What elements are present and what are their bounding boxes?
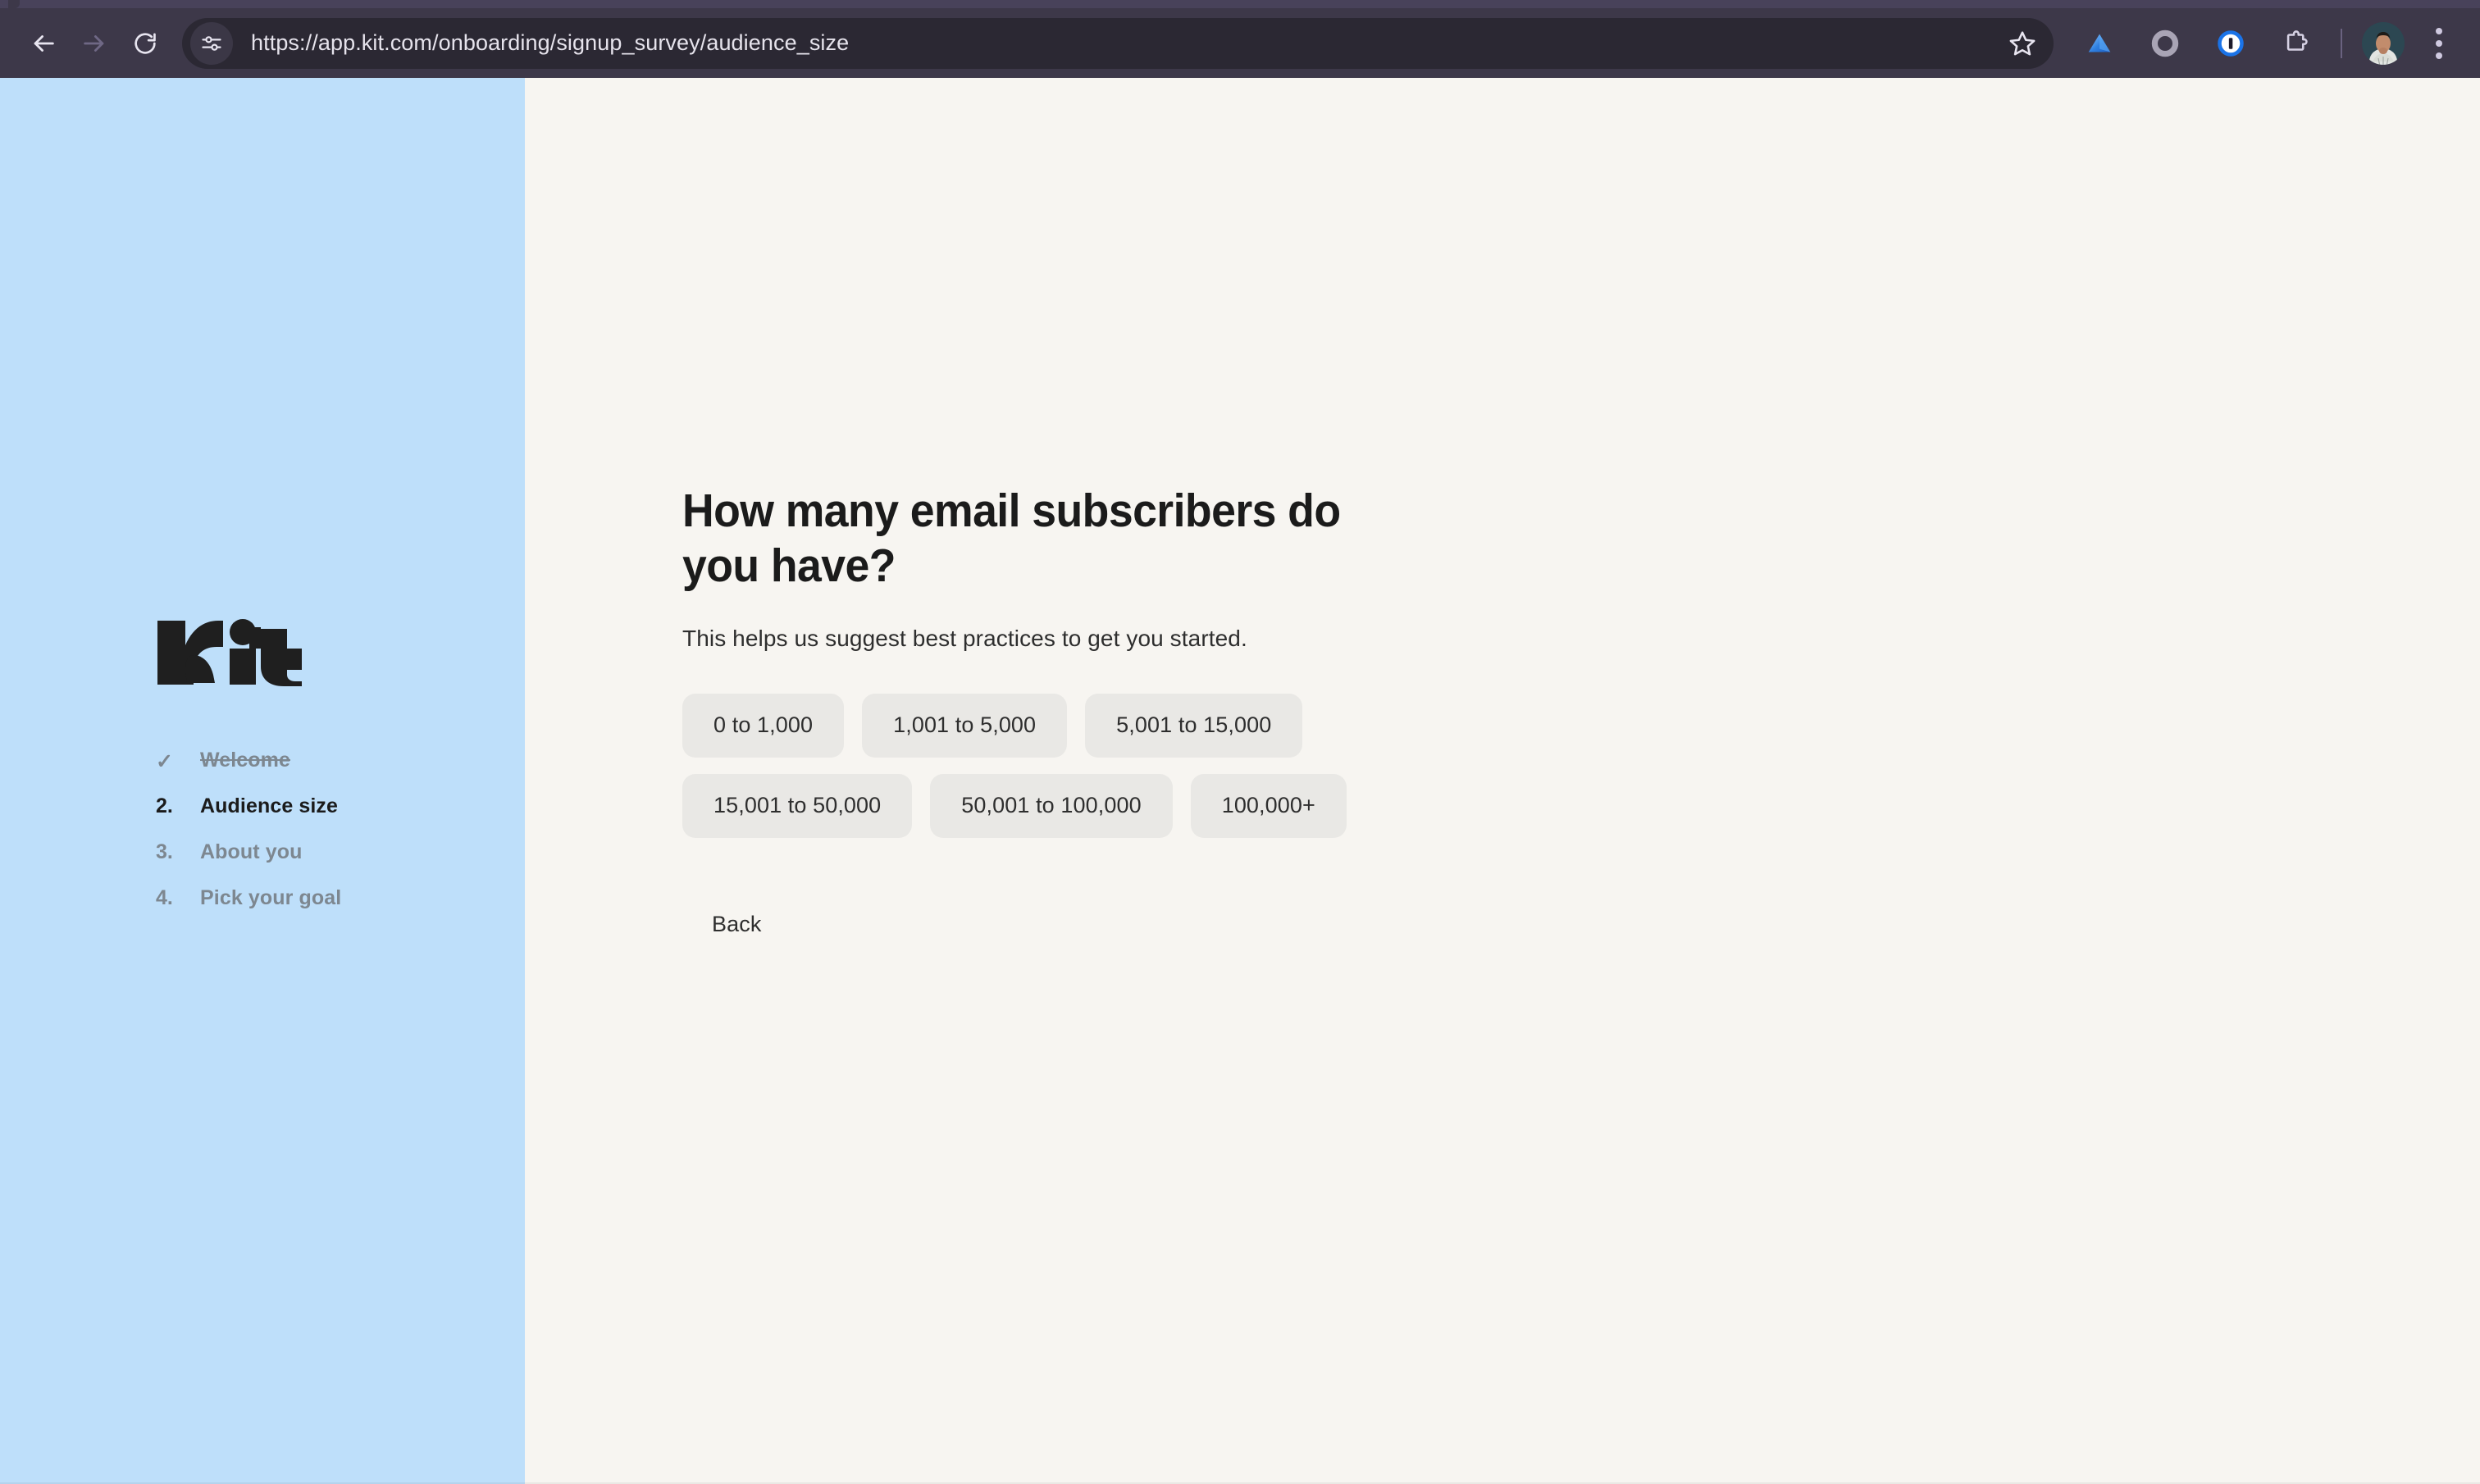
- sidebar-step-welcome[interactable]: ✓ Welcome: [156, 750, 500, 796]
- survey-card: How many email subscribers do you have? …: [682, 484, 1584, 937]
- sidebar-step-pick-your-goal[interactable]: 4. Pick your goal: [156, 888, 500, 934]
- step-number: 2.: [156, 794, 173, 817]
- step-number: 3.: [156, 840, 173, 863]
- menu-dot-3: [2436, 52, 2442, 59]
- arrow-right-icon: [84, 34, 104, 52]
- vercel-icon: [2088, 34, 2111, 52]
- kit-logo: [157, 619, 302, 686]
- address-bar[interactable]: https://app.kit.com/onboarding/signup_su…: [182, 17, 2054, 69]
- step-label: Audience size: [200, 794, 339, 817]
- step-check-icon: ✓: [156, 750, 173, 773]
- avatar[interactable]: [2362, 21, 2405, 65]
- page-viewport: ✓ Welcome 2. Audience size 3. About you …: [0, 78, 2480, 1484]
- step-label: Welcome: [200, 749, 291, 772]
- extensions-button[interactable]: [2271, 18, 2322, 69]
- star-icon: [2009, 30, 2036, 55]
- menu-dot-1: [2436, 27, 2442, 34]
- bookmark-button[interactable]: [2003, 24, 2042, 63]
- reload-icon: [134, 32, 156, 54]
- onepassword-icon: [2218, 30, 2244, 57]
- page-subtitle: This helps us suggest best practices to …: [682, 625, 1247, 651]
- audience-size-options: 0 to 1,000 1,001 to 5,000 5,001 to 15,00…: [682, 693, 1429, 838]
- onepassword-extension-button[interactable]: [2205, 18, 2256, 69]
- menu-dot-2: [2436, 39, 2442, 47]
- ring-icon: [2151, 30, 2179, 57]
- site-settings-button[interactable]: [190, 21, 233, 65]
- forward-button[interactable]: [69, 18, 120, 69]
- page-title: How many email subscribers do you have?: [682, 485, 1341, 593]
- onboarding-sidebar: ✓ Welcome 2. Audience size 3. About you …: [0, 78, 525, 1484]
- reload-button[interactable]: [120, 18, 171, 69]
- ring-extension-button[interactable]: [2140, 18, 2191, 69]
- puzzle-icon: [2286, 30, 2308, 51]
- browser-window: https://app.kit.com/onboarding/signup_su…: [0, 0, 2480, 1484]
- browser-toolbar: https://app.kit.com/onboarding/signup_su…: [0, 8, 2480, 78]
- option-0-to-1000[interactable]: 0 to 1,000: [682, 693, 845, 758]
- option-100000-plus[interactable]: 100,000+: [1190, 773, 1347, 838]
- sidebar-content: ✓ Welcome 2. Audience size 3. About you …: [156, 619, 500, 934]
- option-15001-to-50000[interactable]: 15,001 to 50,000: [682, 773, 913, 838]
- back-button[interactable]: [18, 18, 69, 69]
- tune-icon: [202, 35, 221, 51]
- back-button[interactable]: Back: [712, 912, 761, 937]
- option-5001-to-15000[interactable]: 5,001 to 15,000: [1085, 693, 1303, 758]
- tab-corner-nub: [8, 0, 20, 8]
- url-text: https://app.kit.com/onboarding/signup_su…: [251, 30, 850, 55]
- onboarding-steps: ✓ Welcome 2. Audience size 3. About you …: [156, 750, 500, 934]
- onboarding-main: How many email subscribers do you have? …: [525, 78, 2480, 1484]
- option-1001-to-5000[interactable]: 1,001 to 5,000: [862, 693, 1068, 758]
- option-50001-to-100000[interactable]: 50,001 to 100,000: [930, 773, 1173, 838]
- vercel-extension-button[interactable]: [2074, 18, 2125, 69]
- back-row: Back: [682, 912, 1584, 937]
- tab-strip: [0, 0, 2480, 8]
- arrow-left-icon: [34, 34, 54, 52]
- chrome-menu-button[interactable]: [2416, 18, 2462, 69]
- step-label: Pick your goal: [200, 886, 342, 909]
- avatar-photo-icon: [2362, 21, 2405, 65]
- step-number: 4.: [156, 886, 173, 909]
- step-label: About you: [200, 840, 303, 863]
- sidebar-step-audience-size[interactable]: 2. Audience size: [156, 796, 500, 842]
- sidebar-step-about-you[interactable]: 3. About you: [156, 842, 500, 888]
- toolbar-divider: [2341, 28, 2342, 58]
